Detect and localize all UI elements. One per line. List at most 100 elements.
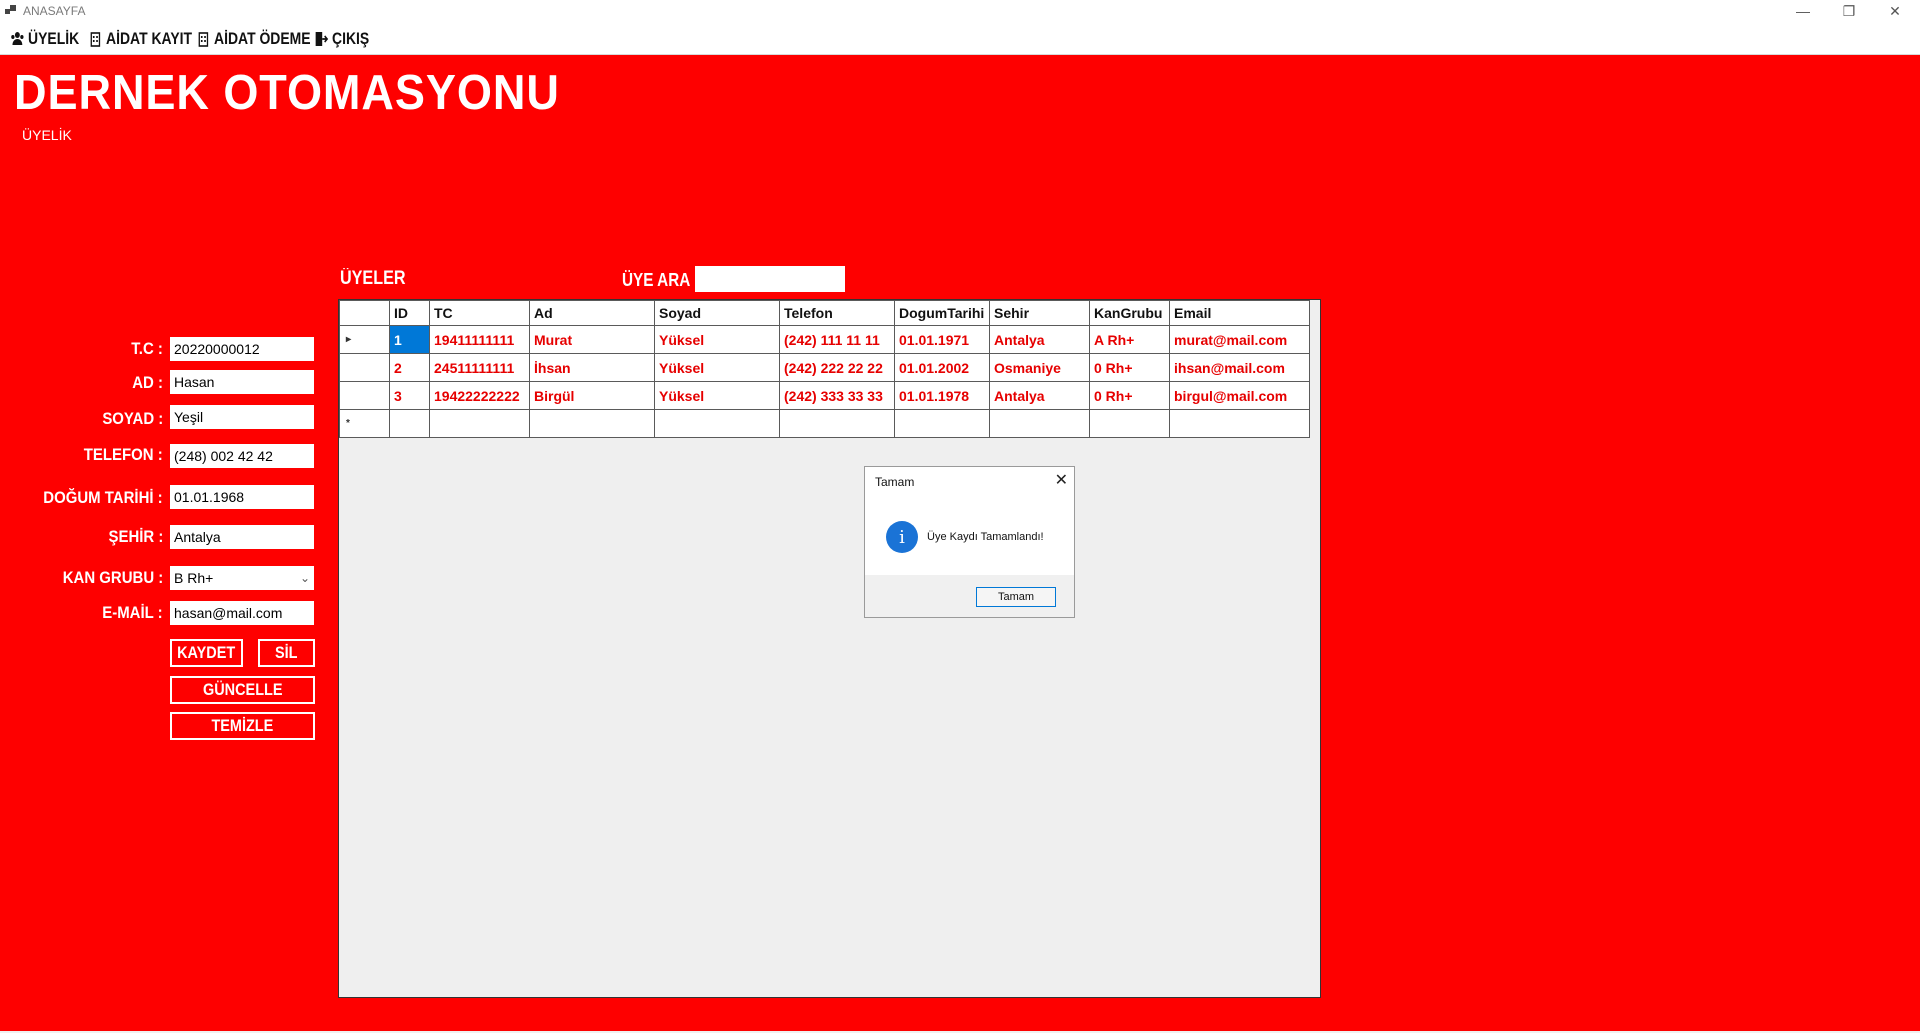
dogum-tarihi-label: DOĞUM TARİHİ : (43, 488, 163, 507)
table-row[interactable]: 3 19422222222 Birgül Yüksel (242) 333 33… (339, 381, 1310, 410)
table-cell[interactable]: 01.01.1978 (894, 381, 990, 410)
column-header[interactable]: Email (1169, 300, 1310, 326)
table-cell[interactable]: 1 (389, 325, 430, 354)
building-icon (90, 32, 101, 47)
table-cell[interactable]: Yüksel (654, 325, 780, 354)
column-header[interactable]: Ad (529, 300, 655, 326)
ad-field[interactable]: Hasan (170, 370, 314, 394)
table-cell[interactable] (894, 409, 990, 438)
ok-button[interactable]: Tamam (976, 587, 1056, 607)
table-cell[interactable]: (242) 222 22 22 (779, 353, 895, 382)
table-cell[interactable]: Antalya (989, 325, 1090, 354)
email-label: E-MAİL : (102, 603, 163, 622)
column-header[interactable]: Soyad (654, 300, 780, 326)
table-cell[interactable] (654, 409, 780, 438)
table-cell[interactable]: 24511111111 (429, 353, 530, 382)
table-cell[interactable]: 2 (389, 353, 430, 382)
exit-icon (315, 32, 329, 46)
new-row[interactable]: * (339, 409, 1310, 438)
telefon-field[interactable]: (248) 002 42 42 (170, 444, 314, 468)
table-cell[interactable]: 01.01.1971 (894, 325, 990, 354)
sehir-field[interactable]: Antalya (170, 525, 314, 549)
table-cell[interactable]: birgul@mail.com (1169, 381, 1310, 410)
kan-grubu-label: KAN GRUBU : (62, 568, 163, 587)
table-cell[interactable]: Murat (529, 325, 655, 354)
table-cell[interactable]: Antalya (989, 381, 1090, 410)
app-icon (5, 5, 16, 14)
column-header[interactable]: Telefon (779, 300, 895, 326)
row-header[interactable] (339, 353, 390, 382)
table-cell[interactable] (779, 409, 895, 438)
temizle-button[interactable]: TEMİZLE (170, 712, 315, 740)
menu-bar: ÜYELİK AİDAT KAYIT AİDAT ÖDEME ÇIKIŞ (0, 22, 1920, 55)
table-cell[interactable]: 0 Rh+ (1089, 381, 1170, 410)
menu-label: ÜYELİK (28, 29, 80, 48)
table-cell[interactable]: A Rh+ (1089, 325, 1170, 354)
column-header[interactable]: TC (429, 300, 530, 326)
minimize-button[interactable]: — (1780, 0, 1826, 22)
sehir-label: ŞEHİR : (108, 527, 163, 546)
table-cell[interactable] (429, 409, 530, 438)
table-row[interactable]: 2 24511111111 İhsan Yüksel (242) 222 22 … (339, 353, 1310, 382)
ad-label: AD : (132, 373, 163, 392)
table-cell[interactable]: (242) 333 33 33 (779, 381, 895, 410)
members-grid[interactable]: ID TC Ad Soyad Telefon DogumTarihi Sehir… (339, 300, 1310, 438)
restore-button[interactable]: ❐ (1826, 0, 1872, 22)
table-cell[interactable]: murat@mail.com (1169, 325, 1310, 354)
message-dialog: Tamam ✕ i Üye Kaydı Tamamlandı! Tamam (864, 466, 1075, 618)
menu-cikis[interactable]: ÇIKIŞ (314, 28, 369, 50)
window-title: ANASAYFA (23, 4, 86, 18)
menu-label: AİDAT ÖDEME (214, 29, 311, 48)
table-cell[interactable] (1169, 409, 1310, 438)
table-cell[interactable]: 0 Rh+ (1089, 353, 1170, 382)
table-cell[interactable]: İhsan (529, 353, 655, 382)
column-header[interactable]: ID (389, 300, 430, 326)
users-icon (11, 32, 24, 45)
table-cell[interactable]: Osmaniye (989, 353, 1090, 382)
close-icon[interactable]: ✕ (1055, 470, 1068, 490)
grid-header-row: ID TC Ad Soyad Telefon DogumTarihi Sehir… (339, 300, 1310, 326)
kan-grubu-select[interactable]: B Rh+ ⌄ (170, 566, 314, 590)
table-cell[interactable]: 3 (389, 381, 430, 410)
column-header[interactable]: KanGrubu (1089, 300, 1170, 326)
table-cell[interactable]: 01.01.2002 (894, 353, 990, 382)
menu-uyelik[interactable]: ÜYELİK (10, 28, 79, 50)
table-cell[interactable]: Yüksel (654, 381, 780, 410)
dogum-tarihi-field[interactable]: 01.01.1968 (170, 485, 314, 509)
guncelle-button[interactable]: GÜNCELLE (170, 676, 315, 704)
table-cell[interactable]: Birgül (529, 381, 655, 410)
close-button[interactable]: ✕ (1872, 0, 1918, 22)
menu-label: ÇIKIŞ (332, 29, 370, 48)
new-row-indicator[interactable]: * (339, 409, 390, 438)
tc-label: T.C : (131, 339, 163, 358)
email-field[interactable]: hasan@mail.com (170, 601, 314, 625)
app-title: DERNEK OTOMASYONU (14, 66, 560, 120)
table-cell[interactable] (389, 409, 430, 438)
menu-aidat-odeme[interactable]: AİDAT ÖDEME (196, 28, 311, 50)
row-header[interactable] (339, 381, 390, 410)
table-cell[interactable] (529, 409, 655, 438)
table-row[interactable]: ▸ 1 19411111111 Murat Yüksel (242) 111 1… (339, 325, 1310, 354)
building-icon (198, 32, 209, 47)
dialog-message: Üye Kaydı Tamamlandı! (927, 531, 1044, 543)
table-cell[interactable]: ihsan@mail.com (1169, 353, 1310, 382)
dialog-title: Tamam (875, 475, 915, 489)
telefon-label: TELEFON : (84, 445, 163, 464)
table-cell[interactable]: 19411111111 (429, 325, 530, 354)
grid-title: ÜYELER (340, 268, 406, 289)
current-row-indicator[interactable]: ▸ (339, 325, 390, 354)
column-header[interactable]: Sehir (989, 300, 1090, 326)
search-label: ÜYE ARA (622, 270, 691, 290)
table-cell[interactable] (989, 409, 1090, 438)
table-cell[interactable]: 19422222222 (429, 381, 530, 410)
search-input[interactable] (695, 266, 845, 292)
soyad-field[interactable]: Yeşil (170, 405, 314, 429)
column-header[interactable]: DogumTarihi (894, 300, 990, 326)
tc-field[interactable]: 20220000012 (170, 337, 314, 361)
menu-aidat-kayit[interactable]: AİDAT KAYIT (88, 28, 192, 50)
table-cell[interactable] (1089, 409, 1170, 438)
table-cell[interactable]: (242) 111 11 11 (779, 325, 895, 354)
sil-button[interactable]: SİL (258, 639, 315, 667)
table-cell[interactable]: Yüksel (654, 353, 780, 382)
kaydet-button[interactable]: KAYDET (170, 639, 243, 667)
